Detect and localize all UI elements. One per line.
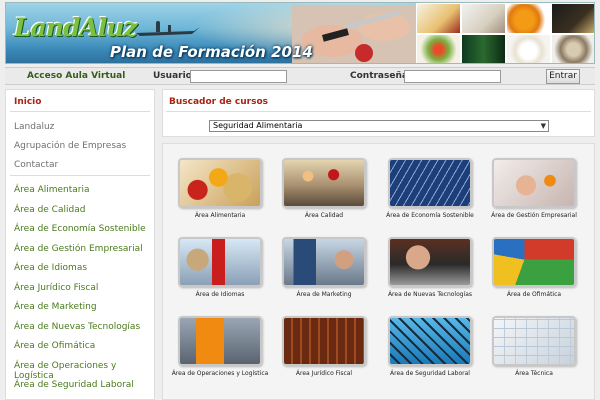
banner-photo-glasses bbox=[461, 3, 506, 34]
sidebar-link-landaluz[interactable]: Landaluz bbox=[14, 122, 54, 132]
law-books-image bbox=[282, 316, 366, 366]
sidebar-header-inicio[interactable]: Inicio bbox=[14, 97, 41, 107]
login-button[interactable]: Entrar bbox=[546, 69, 580, 84]
tile-label: Área Técnica bbox=[515, 370, 553, 377]
sidebar-area-idiomas[interactable]: Área de Idiomas bbox=[14, 263, 87, 273]
sidebar-area-marketing[interactable]: Área de Marketing bbox=[14, 302, 97, 312]
sidebar-area-alimentaria[interactable]: Área Alimentaria bbox=[14, 185, 90, 195]
banner-photo-bottle bbox=[461, 34, 506, 63]
tile-label: Área de Economía Sostenible bbox=[386, 212, 474, 219]
course-search-panel: Buscador de cursos Seguridad Alimentaria… bbox=[162, 89, 595, 137]
user-label: Usuario bbox=[153, 71, 192, 81]
sidebar-area-seguridad-laboral[interactable]: Área de Seguridad Laboral bbox=[14, 380, 134, 390]
banner-photo-grid bbox=[416, 3, 594, 63]
tile-label: Área de Ofimática bbox=[506, 291, 562, 298]
banner-photo-oyster bbox=[551, 34, 594, 63]
business-hands-image bbox=[492, 158, 576, 208]
divider bbox=[10, 175, 150, 176]
sidebar-area-gestion-empresarial[interactable]: Área de Gestión Empresarial bbox=[14, 244, 143, 254]
workers-image bbox=[282, 158, 366, 208]
sidebar-link-contactar[interactable]: Contactar bbox=[14, 160, 58, 170]
aula-virtual-link[interactable]: Acceso Aula Virtual bbox=[27, 71, 125, 81]
banner-photo-plate bbox=[506, 34, 551, 63]
banner-photo-salad bbox=[416, 34, 461, 63]
tile-label: Área de Gestión Empresarial bbox=[491, 212, 577, 219]
tile-label: Área de Nuevas Tecnologías bbox=[387, 291, 473, 298]
banner-photo-wineglass bbox=[551, 3, 594, 34]
chevron-down-icon: ▼ bbox=[540, 122, 546, 130]
solar-panels-image bbox=[388, 158, 472, 208]
course-select-value: Seguridad Alimentaria bbox=[213, 121, 303, 130]
password-label: Contraseña bbox=[350, 71, 408, 81]
divider bbox=[166, 111, 591, 112]
tile-label: Área Calidad bbox=[304, 212, 344, 219]
tile-label: Área Alimentaria bbox=[194, 212, 246, 219]
london-image bbox=[178, 237, 262, 287]
logo[interactable]: LandAluz bbox=[14, 13, 138, 42]
sidebar-link-agrupacion[interactable]: Agrupación de Empresas bbox=[14, 141, 126, 151]
course-search-title: Buscador de cursos bbox=[169, 97, 268, 107]
crane-image bbox=[388, 316, 472, 366]
tile-label: Área de Idiomas bbox=[195, 291, 245, 298]
header-banner: LandAluz Plan de Formación 2014 bbox=[5, 2, 595, 64]
banner-photo-fruit bbox=[416, 3, 461, 34]
sidebar-area-economia-sostenible[interactable]: Área de Economía Sostenible bbox=[14, 224, 146, 234]
sidebar-area-operaciones-logistica[interactable]: Área de Operaciones y Logística bbox=[14, 361, 154, 381]
tile-label: Área de Seguridad Laboral bbox=[390, 370, 470, 377]
banner-photo-oranges bbox=[506, 3, 551, 34]
sidebar-area-juridico-fiscal[interactable]: Área Jurídico Fiscal bbox=[14, 283, 98, 293]
forklift-image bbox=[178, 316, 262, 366]
sidebar-area-ofimatica[interactable]: Área de Ofimática bbox=[14, 341, 95, 351]
banner-title: Plan de Formación 2014 bbox=[110, 43, 313, 61]
food-image bbox=[178, 158, 262, 208]
boat-icon bbox=[136, 21, 200, 36]
phone-laptop-image bbox=[388, 237, 472, 287]
tile-label: Área Jurídico Fiscal bbox=[295, 370, 353, 377]
blueprint-image bbox=[492, 316, 576, 366]
area-grid: Área Alimentaria Área Calidad Área de Ec… bbox=[162, 143, 595, 400]
tile-label: Área de Marketing bbox=[296, 291, 352, 298]
sidebar-area-calidad[interactable]: Área de Calidad bbox=[14, 205, 85, 215]
sidebar-area-nuevas-tecnologias[interactable]: Área de Nuevas Tecnologías bbox=[14, 322, 140, 332]
divider bbox=[10, 111, 150, 112]
sidebar: Inicio Landaluz Agrupación de Empresas C… bbox=[5, 89, 155, 400]
course-select[interactable]: Seguridad Alimentaria ▼ bbox=[209, 120, 549, 132]
computer-desk-image bbox=[282, 237, 366, 287]
password-input[interactable] bbox=[404, 70, 501, 83]
user-input[interactable] bbox=[190, 70, 287, 83]
page: LandAluz Plan de Formación 2014 Acceso A… bbox=[0, 0, 600, 400]
tile-label: Área de Operaciones y Logística bbox=[171, 370, 269, 377]
monitor-chart-image bbox=[492, 237, 576, 287]
login-bar: Acceso Aula Virtual Usuario Contraseña E… bbox=[5, 67, 595, 85]
